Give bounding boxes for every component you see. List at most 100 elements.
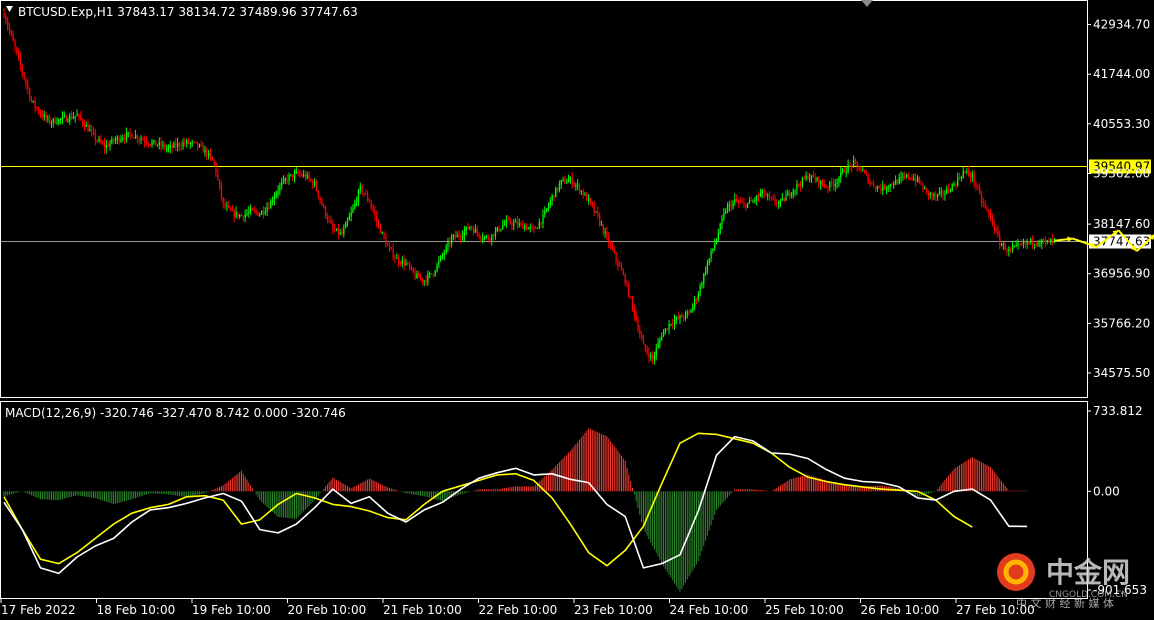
- candle-body: [606, 231, 608, 236]
- candle-body: [308, 174, 310, 179]
- candle-body: [935, 193, 937, 197]
- candle-body: [326, 216, 329, 220]
- candle-body: [679, 315, 681, 319]
- candle-body: [723, 213, 725, 219]
- candle-body: [719, 223, 721, 234]
- candle-body: [531, 226, 533, 228]
- candle-body: [215, 162, 217, 174]
- scroll-marker-icon[interactable]: [861, 0, 873, 7]
- candle-body: [72, 117, 75, 119]
- candle-body: [198, 144, 201, 147]
- candle-body: [538, 222, 541, 229]
- candle-body: [421, 278, 424, 282]
- candle-body: [1008, 249, 1010, 252]
- trading-chart[interactable]: 39540.9737747.63 42934.70 41744.00 40553.3…: [0, 0, 1154, 620]
- candle-body: [281, 182, 283, 186]
- candle-body: [100, 139, 102, 143]
- candle-body: [641, 334, 643, 339]
- candle-body: [467, 226, 469, 229]
- candle-body: [527, 227, 530, 230]
- candle-body: [878, 186, 880, 189]
- candle-body: [60, 118, 62, 120]
- candle-body: [933, 193, 935, 196]
- candle-body: [525, 225, 528, 230]
- candle-body: [208, 153, 210, 157]
- candle-body: [138, 139, 140, 141]
- candle-body: [502, 225, 504, 229]
- candle-body: [32, 100, 34, 102]
- candle-body: [900, 176, 902, 178]
- candle-body: [125, 132, 128, 139]
- price-tick-label: 41744.00: [1093, 67, 1150, 81]
- candle-body: [984, 203, 986, 207]
- candle-body: [820, 180, 822, 185]
- candle-body: [1041, 239, 1043, 244]
- candle-body: [876, 186, 879, 189]
- candle-body: [209, 153, 212, 157]
- candle-body: [770, 197, 773, 199]
- candle-body: [275, 193, 277, 197]
- candle-body: [387, 245, 389, 247]
- candle-body: [1017, 243, 1019, 245]
- candle-body: [92, 131, 95, 134]
- candle-body: [549, 200, 551, 206]
- candle-body: [591, 202, 593, 206]
- candle-body: [893, 184, 895, 186]
- candle-body: [410, 267, 413, 269]
- candle-body: [657, 343, 659, 349]
- candle-body: [982, 202, 984, 204]
- candle-body: [69, 115, 71, 122]
- candle-body: [282, 179, 285, 183]
- candle-body: [540, 222, 542, 224]
- candle-body: [248, 211, 250, 214]
- candle-body: [619, 265, 621, 267]
- candle-body: [359, 185, 361, 191]
- candle-body: [905, 174, 908, 177]
- time-tick-label: 19 Feb 10:00: [192, 603, 271, 617]
- candle-body: [604, 231, 606, 234]
- candle-body: [341, 232, 343, 235]
- candle-body: [301, 174, 303, 177]
- candle-body: [659, 339, 661, 344]
- candle-body: [759, 193, 762, 197]
- candle-body: [372, 206, 374, 212]
- candle-body: [651, 355, 654, 360]
- candle-body: [739, 202, 741, 204]
- candle-body: [595, 211, 597, 213]
- macd-lines: [3, 432, 1028, 575]
- time-tick-label: 24 Feb 10:00: [670, 603, 749, 617]
- candle-body: [357, 190, 360, 202]
- candle-body: [750, 200, 752, 202]
- candle-body: [96, 140, 98, 142]
- candle-body: [487, 236, 489, 240]
- candle-body: [1002, 243, 1005, 245]
- candle-body: [1011, 247, 1014, 250]
- candle-body: [571, 177, 573, 186]
- candle-body: [332, 223, 334, 230]
- candle-body: [244, 214, 246, 218]
- candle-body: [600, 224, 603, 226]
- candle-body: [164, 144, 166, 149]
- candle-body: [761, 189, 763, 194]
- triangle-down-icon[interactable]: [6, 6, 13, 12]
- candle-body: [273, 196, 276, 201]
- candle-body: [401, 260, 403, 264]
- candle-body: [113, 138, 115, 141]
- candle-body: [575, 185, 577, 187]
- candle-body: [356, 201, 358, 203]
- candle-body: [520, 223, 522, 225]
- candle-body: [30, 98, 33, 101]
- candle-body: [929, 193, 931, 196]
- candle-body: [562, 179, 564, 181]
- candle-body: [19, 57, 22, 66]
- price-tick-label: 38147.60: [1093, 217, 1150, 231]
- candle-body: [474, 229, 477, 233]
- candle-body: [874, 186, 877, 189]
- candle-body: [717, 233, 720, 240]
- candle-body: [615, 252, 617, 261]
- candle-body: [61, 116, 64, 119]
- candle-body: [167, 147, 170, 149]
- candle-body: [794, 189, 796, 191]
- candle-body: [589, 198, 592, 203]
- candle-body: [858, 165, 860, 171]
